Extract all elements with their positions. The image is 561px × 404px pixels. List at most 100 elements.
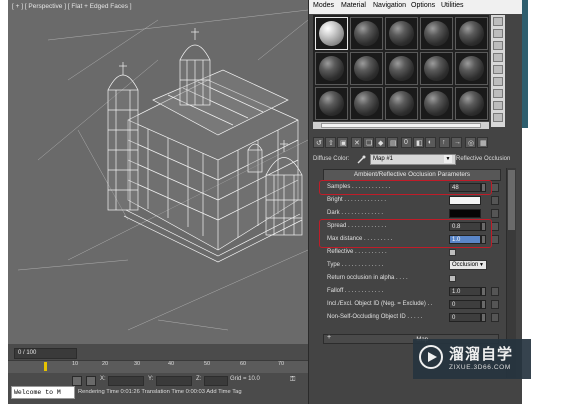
scrollbar-thumb[interactable] xyxy=(321,123,481,128)
menu-options[interactable]: Options xyxy=(411,2,435,9)
absolute-mode-icon[interactable] xyxy=(86,376,96,386)
expand-icon[interactable]: + xyxy=(327,334,331,341)
side-toolbar xyxy=(491,15,505,127)
param-label: Return occlusion in alpha . . . . xyxy=(327,275,408,281)
spinner-arrows-icon[interactable] xyxy=(481,300,486,309)
z-field[interactable] xyxy=(204,376,228,386)
effects-channel-icon[interactable]: 0 xyxy=(401,137,412,148)
eyedropper-icon[interactable] xyxy=(357,155,366,164)
reflective-checkbox[interactable] xyxy=(449,249,456,256)
sample-sphere xyxy=(424,91,449,116)
map-slot-button[interactable] xyxy=(491,235,499,244)
show-map-icon[interactable]: ◧ xyxy=(413,137,424,148)
spinner-arrows-icon[interactable] xyxy=(481,313,486,322)
material-slot[interactable] xyxy=(420,87,453,120)
sample-sphere xyxy=(389,21,414,46)
uv-tiling-icon[interactable] xyxy=(493,53,503,62)
material-slot[interactable] xyxy=(385,52,418,85)
tick-label: 40 xyxy=(168,361,175,367)
key-icon[interactable]: ⚿ xyxy=(290,376,302,384)
sample-type-icon[interactable] xyxy=(493,17,503,26)
map-slot-button[interactable] xyxy=(491,183,499,192)
material-slot[interactable] xyxy=(315,17,348,50)
sample-sphere xyxy=(424,21,449,46)
falloff-spinner[interactable]: 1.0 xyxy=(449,287,481,296)
x-label: X: xyxy=(100,376,106,382)
select-by-material-icon[interactable] xyxy=(493,101,503,110)
non-self-occluding-spinner[interactable]: 0 xyxy=(449,313,481,322)
keyframe-marker[interactable] xyxy=(44,362,47,371)
scrollbar-thumb[interactable] xyxy=(508,170,515,230)
assign-icon[interactable]: ▣ xyxy=(337,137,348,148)
map-type-button[interactable]: Reflective Occlusion xyxy=(456,156,510,162)
material-slot[interactable] xyxy=(315,52,348,85)
maxscript-listener[interactable]: Welcome to M xyxy=(11,386,75,399)
return-alpha-checkbox[interactable] xyxy=(449,275,456,282)
menu-utilities[interactable]: Utilities xyxy=(441,2,464,9)
map-slot-button[interactable] xyxy=(491,196,499,205)
get-material-icon[interactable]: ↺ xyxy=(313,137,324,148)
map-slot-button[interactable] xyxy=(491,300,499,309)
material-slot[interactable] xyxy=(350,17,383,50)
material-slot[interactable] xyxy=(455,87,488,120)
sample-sphere xyxy=(459,56,484,81)
watermark-subtitle: ZIXUE.3D66.COM xyxy=(449,364,511,371)
reset-icon[interactable]: ✕ xyxy=(351,137,362,148)
options-icon[interactable] xyxy=(493,89,503,98)
material-slot[interactable] xyxy=(420,52,453,85)
put-to-scene-icon[interactable]: ⇧ xyxy=(325,137,336,148)
show-end-result-icon[interactable]: ◐ xyxy=(425,137,436,148)
chevron-down-icon[interactable]: ▼ xyxy=(444,155,452,163)
make-unique-icon[interactable]: ◆ xyxy=(375,137,386,148)
put-library-icon[interactable]: ▤ xyxy=(387,137,398,148)
map-slot-button[interactable] xyxy=(491,313,499,322)
lock-icon[interactable] xyxy=(72,376,82,386)
param-label: Incl./Excl. Object ID (Neg. = Exclude) .… xyxy=(327,301,433,307)
object-id-spinner[interactable]: 0 xyxy=(449,300,481,309)
material-slot[interactable] xyxy=(455,52,488,85)
spinner-arrows-icon[interactable] xyxy=(481,287,486,296)
go-sibling-icon[interactable]: → xyxy=(451,137,462,148)
material-slot[interactable] xyxy=(350,52,383,85)
viewport-label[interactable]: [ + ] [ Perspective ] [ Flat + Edged Fac… xyxy=(12,3,132,10)
x-field[interactable] xyxy=(108,376,144,386)
track-bar[interactable]: 10 20 30 40 50 60 70 xyxy=(8,360,308,373)
window-edge xyxy=(522,0,528,128)
map-slot-button[interactable] xyxy=(491,209,499,218)
menu-navigation[interactable]: Navigation xyxy=(373,2,406,9)
material-slot[interactable] xyxy=(455,17,488,50)
material-slot[interactable] xyxy=(385,87,418,120)
backlight-icon[interactable] xyxy=(493,29,503,38)
material-slot[interactable] xyxy=(315,87,348,120)
sample-sphere xyxy=(424,56,449,81)
slots-scrollbar[interactable] xyxy=(313,122,489,129)
type-dropdown[interactable]: Occlusion ▼ xyxy=(449,260,487,270)
map-slot-button[interactable] xyxy=(491,287,499,296)
make-preview-icon[interactable] xyxy=(493,77,503,86)
go-parent-icon[interactable]: ↑ xyxy=(439,137,450,148)
map-slot-button[interactable] xyxy=(491,222,499,231)
material-slot[interactable] xyxy=(350,87,383,120)
video-color-check-icon[interactable] xyxy=(493,65,503,74)
copy-icon[interactable]: ▦ xyxy=(477,137,488,148)
dark-color-swatch[interactable] xyxy=(449,209,481,218)
background-icon[interactable] xyxy=(493,41,503,50)
param-row-bright: Bright . . . . . . . . . . . . . xyxy=(323,194,499,207)
make-copy-icon[interactable]: ❏ xyxy=(363,137,374,148)
timeline-panel: 0 / 100 10 20 30 40 50 60 70 X: Y: Z: Gr… xyxy=(8,344,308,404)
pick-icon[interactable]: ◎ xyxy=(465,137,476,148)
material-slot[interactable] xyxy=(420,17,453,50)
perspective-viewport[interactable]: [ + ] [ Perspective ] [ Flat + Edged Fac… xyxy=(8,0,308,344)
menu-material[interactable]: Material xyxy=(341,2,366,9)
material-navigator-icon[interactable] xyxy=(493,113,503,122)
sample-sphere xyxy=(319,21,344,46)
time-slider[interactable]: 0 / 100 xyxy=(14,348,77,359)
y-field[interactable] xyxy=(156,376,192,386)
sample-sphere xyxy=(354,91,379,116)
menu-modes[interactable]: Modes xyxy=(313,2,334,9)
sample-sphere xyxy=(319,56,344,81)
param-label: Bright . . . . . . . . . . . . . xyxy=(327,197,387,203)
material-slot[interactable] xyxy=(385,17,418,50)
bright-color-swatch[interactable] xyxy=(449,196,481,205)
tick-label: 70 xyxy=(278,361,285,367)
